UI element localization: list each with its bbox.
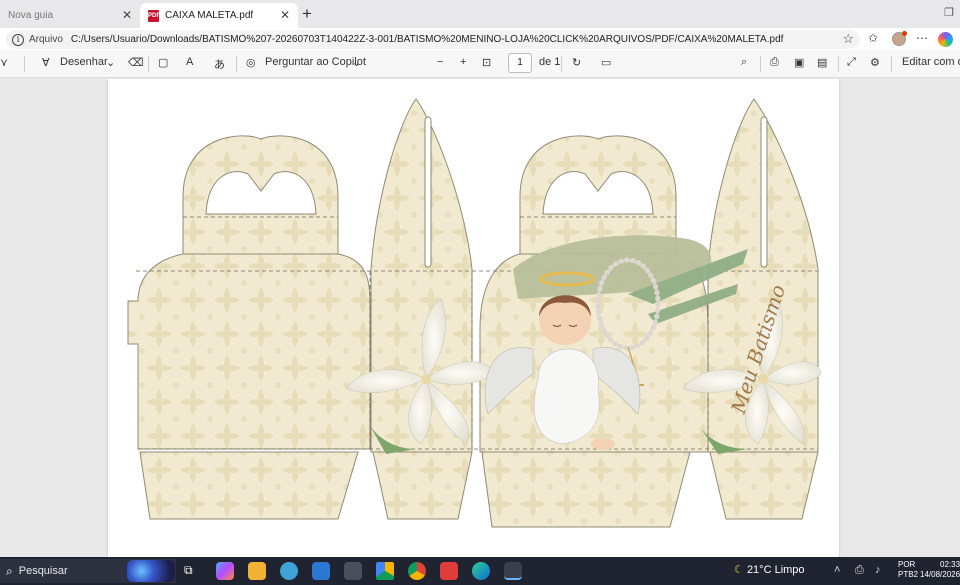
speaker-icon[interactable]: ♪ (875, 564, 881, 576)
ask-copilot-button[interactable]: Perguntar ao Copilot (265, 56, 366, 68)
weather-widget[interactable]: ☾ 21°C Limpo (734, 563, 805, 576)
search-label: Pesquisar (18, 565, 68, 577)
tab-label: Nova guia (8, 10, 54, 21)
draw-button[interactable]: Desenhar (60, 56, 108, 68)
pdf-app-icon[interactable] (504, 562, 522, 580)
divider (236, 56, 237, 72)
settings-icon[interactable]: ⚙ (870, 56, 880, 69)
search-highlight-image (127, 560, 175, 582)
notification-dot-icon (902, 31, 907, 36)
left-bottom-flap (139, 451, 359, 520)
tab-new-tab[interactable]: Nova guia ✕ (0, 3, 140, 28)
print-icon[interactable]: ⎙ (770, 56, 779, 69)
right-slot (760, 116, 768, 268)
eraser-icon[interactable]: ⌫ (128, 56, 144, 69)
google-drive-icon[interactable] (376, 562, 394, 580)
address-bar[interactable]: i Arquivo C:/Users/Usuario/Downloads/BAT… (6, 30, 860, 49)
pdf-viewer[interactable]: Meu Batismo (0, 79, 960, 557)
chevron-down-icon[interactable]: ⌄ (106, 56, 115, 69)
page-number-input[interactable]: 1 (508, 53, 532, 73)
restore-window-icon[interactable]: ❐ (944, 6, 954, 19)
info-icon[interactable]: i (12, 33, 24, 46)
url-text[interactable]: C:/Users/Usuario/Downloads/BATISMO%207-2… (71, 34, 784, 45)
pdf-toolbar: ⋎ ∀ Desenhar ⌄ ⌫ ▢ A あ ◎ Perguntar ao Co… (0, 50, 960, 78)
draw-icon[interactable]: ∀ (42, 56, 50, 69)
taskbar: ⌕ Pesquisar ⧉ ☾ 21°C Limpo ˄ ⎙ ♪ POR PTB… (0, 557, 960, 585)
more-menu-icon[interactable]: ⋯ (916, 31, 928, 45)
right-gusset-foot (709, 451, 819, 520)
input-language[interactable]: POR PTB2 (898, 560, 918, 580)
pdf-page: Meu Batismo (108, 79, 839, 557)
clock[interactable]: 02:33 14/08/2026 (920, 560, 960, 580)
divider (760, 56, 761, 72)
chrome-icon[interactable] (408, 562, 426, 580)
clock-time: 02:33 (940, 560, 960, 569)
close-icon[interactable]: ✕ (280, 8, 290, 22)
search-icon: ⌕ (6, 563, 13, 578)
moon-icon: ☾ (734, 564, 744, 576)
save-icon[interactable]: ▣ (794, 56, 804, 69)
die-panels (127, 98, 819, 528)
left-front-panel (127, 253, 371, 450)
browser-window: Nova guia ✕ PDF CAIXA MALETA.pdf ✕ + ❐ i… (0, 0, 960, 585)
box-die-cut-template (127, 98, 822, 528)
taskbar-search[interactable]: ⌕ Pesquisar (0, 559, 176, 583)
tab-pdf-document[interactable]: PDF CAIXA MALETA.pdf ✕ (140, 3, 298, 28)
center-bottom-flap (481, 451, 691, 528)
file-scheme-chip: Arquivo (29, 34, 63, 45)
language-code: POR (898, 560, 916, 569)
copilot-small-icon[interactable]: ◎ (246, 56, 256, 69)
favorites-icon[interactable]: ✩ (868, 31, 878, 45)
copilot-app-icon[interactable] (216, 562, 234, 580)
highlight-icon[interactable]: ⋎ (0, 56, 8, 69)
store-icon[interactable] (344, 562, 362, 580)
zoom-out-icon[interactable]: − (437, 56, 443, 68)
outlook-icon[interactable] (312, 562, 330, 580)
printer-tray-icon[interactable]: ⎙ (855, 564, 864, 577)
new-tab-button[interactable]: + (302, 4, 312, 24)
tab-label: CAIXA MALETA.pdf (165, 10, 254, 21)
task-view-icon[interactable]: ⧉ (184, 563, 193, 581)
text-box-icon[interactable]: ▢ (158, 56, 168, 69)
divider (838, 56, 839, 72)
calendar-app-icon[interactable] (440, 562, 458, 580)
left-slot (424, 116, 432, 268)
save-as-icon[interactable]: ▤ (817, 56, 827, 69)
address-bar-row: i Arquivo C:/Users/Usuario/Downloads/BAT… (0, 28, 960, 50)
close-icon[interactable]: ✕ (122, 8, 132, 22)
clock-date: 14/08/2026 (920, 570, 960, 579)
zoom-in-icon[interactable]: + (460, 56, 466, 68)
divider (561, 56, 562, 72)
search-icon[interactable]: ⌕ (741, 56, 747, 69)
fit-page-icon[interactable]: ⊡ (482, 56, 491, 69)
weather-text: 21°C Limpo (746, 564, 805, 576)
file-explorer-icon[interactable] (248, 562, 266, 580)
divider (891, 56, 892, 72)
read-aloud-icon[interactable]: A (186, 56, 193, 68)
divider (24, 56, 25, 72)
page-view-icon[interactable]: ▭ (601, 56, 611, 69)
keyboard-layout: PTB2 (898, 570, 919, 579)
edge-icon[interactable] (472, 562, 490, 580)
translate-icon[interactable]: あ (214, 56, 225, 72)
edge-legacy-icon[interactable] (280, 562, 298, 580)
copilot-icon[interactable] (938, 32, 953, 47)
divider (148, 56, 149, 72)
pdf-icon: PDF (148, 9, 160, 22)
rotate-icon[interactable]: ↻ (572, 56, 581, 69)
edit-with-app-button[interactable]: Editar com o A (902, 56, 960, 68)
left-gusset-foot (372, 451, 473, 520)
fullscreen-icon[interactable]: ⤢ (847, 56, 856, 69)
star-icon[interactable]: ☆ (842, 31, 854, 47)
page-total: de 1 (539, 56, 561, 68)
chevron-up-icon[interactable]: ˄ (834, 564, 840, 576)
tab-strip: Nova guia ✕ PDF CAIXA MALETA.pdf ✕ + ❐ (0, 0, 960, 28)
chevron-down-icon[interactable]: ⌄ (352, 56, 361, 69)
